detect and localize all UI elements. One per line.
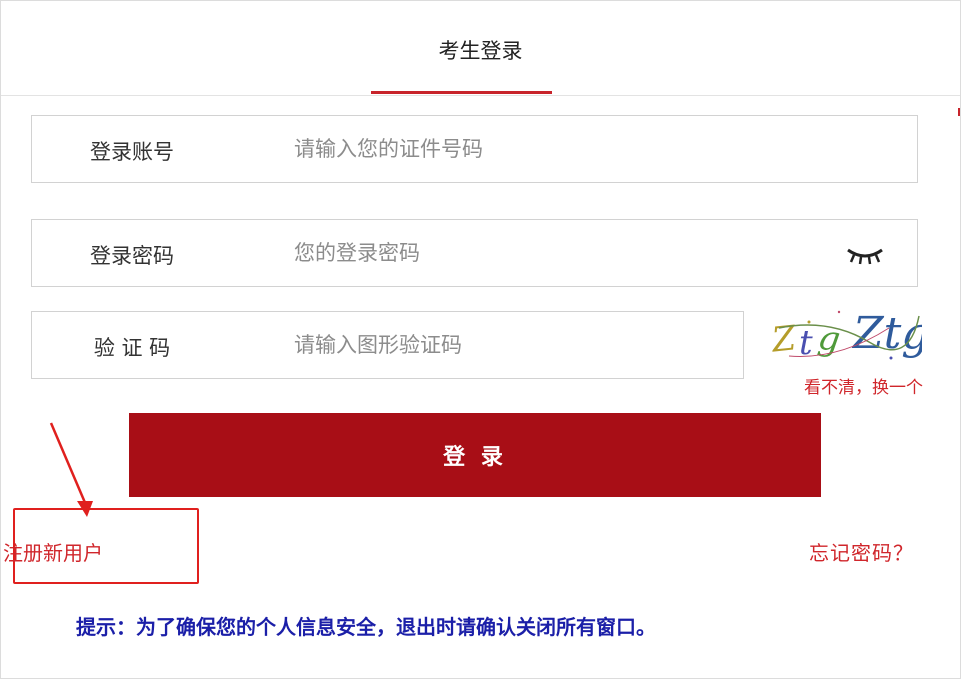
account-input[interactable]	[294, 135, 894, 163]
captcha-image[interactable]: Z t g ZtgA	[769, 298, 922, 370]
svg-text:Z: Z	[769, 318, 799, 360]
active-tab-underline	[371, 91, 552, 94]
eye-closed-icon[interactable]	[845, 242, 885, 266]
password-label: 登录密码	[90, 244, 174, 268]
login-header: 考生登录	[1, 1, 960, 96]
account-label: 登录账号	[90, 140, 174, 164]
captcha-refresh-link[interactable]: 看不清，换一个	[761, 373, 923, 398]
edge-marker	[958, 108, 960, 116]
captcha-field: 验 证 码	[31, 311, 744, 379]
tab-candidate-login[interactable]: 考生登录	[1, 35, 960, 65]
forgot-password-link[interactable]: 忘记密码？	[809, 537, 914, 566]
security-tip: 提示：为了确保您的个人信息安全，退出时请确认关闭所有窗口。	[76, 615, 656, 639]
svg-text:t: t	[799, 323, 813, 363]
captcha-text: ZtgA	[851, 308, 922, 359]
password-input[interactable]	[294, 239, 814, 267]
register-link[interactable]: 注册新用户	[3, 537, 103, 566]
annotation-arrow	[49, 422, 93, 517]
password-field: 登录密码	[31, 219, 918, 287]
captcha-label: 验 证 码	[93, 336, 171, 360]
captcha-input[interactable]	[294, 331, 724, 359]
account-field: 登录账号	[31, 115, 918, 183]
login-panel: 考生登录 登录账号 登录密码 验 证 码 Z t g ZtgA 看不	[0, 0, 961, 679]
login-button[interactable]: 登 录	[129, 413, 821, 497]
